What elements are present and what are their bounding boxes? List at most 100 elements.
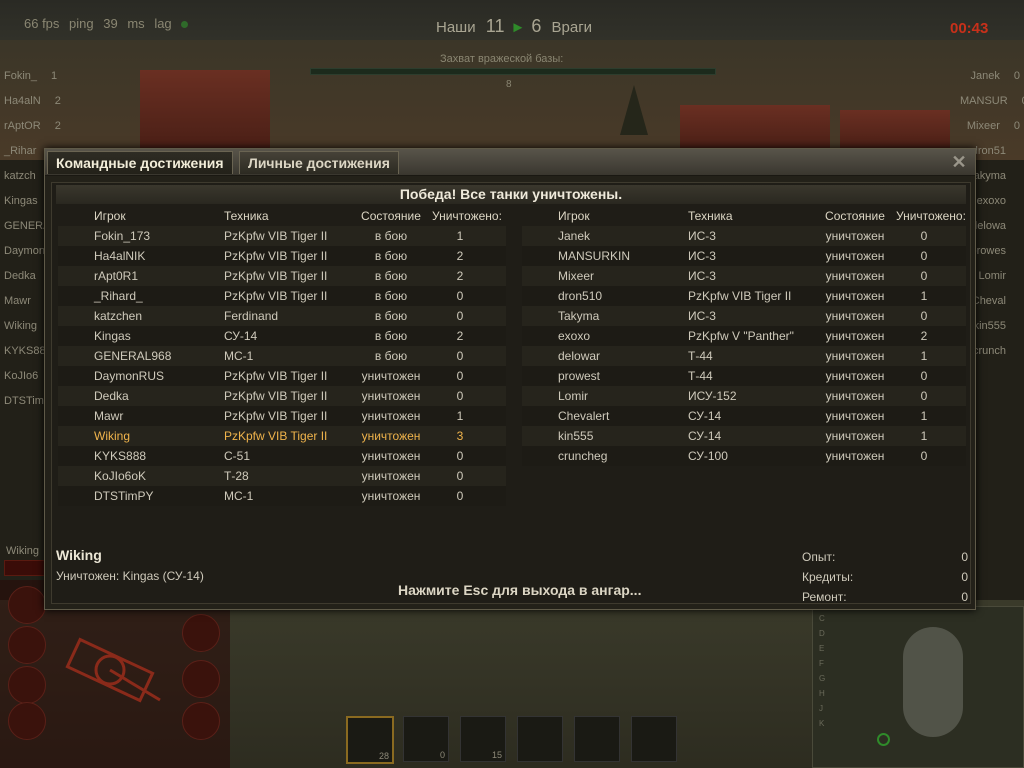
tank-name: PzKpfw VIB Tiger II — [224, 389, 328, 403]
close-icon[interactable]: ✕ — [949, 152, 969, 172]
tank-name: МС-1 — [224, 349, 254, 363]
kills: 0 — [920, 449, 928, 463]
kills: 2 — [456, 249, 464, 263]
side-player-kills: 1 — [51, 70, 58, 82]
table-row[interactable]: DaymonRUS PzKpfw VIB Tiger II уничтожен 0 — [58, 366, 506, 386]
table-row[interactable]: Takyma ИС-3 уничтожен 0 — [522, 306, 966, 326]
table-row[interactable]: delowar Т-44 уничтожен 1 — [522, 346, 966, 366]
stat-value: 0 — [961, 590, 968, 604]
table-row[interactable]: exoxo PzKpfw V "Panther" уничтожен 2 — [522, 326, 966, 346]
module-icon — [182, 660, 220, 698]
team-enemy-label: Враги — [551, 19, 593, 36]
tank-name: ИСУ-152 — [688, 389, 737, 403]
player-name: DaymonRUS — [94, 369, 165, 383]
table-row[interactable]: MANSURKIN ИС-3 уничтожен 0 — [522, 246, 966, 266]
kills: 0 — [456, 309, 464, 323]
minimap-letter: C — [819, 614, 825, 623]
status: уничтожен — [361, 429, 421, 443]
tank-name: МС-1 — [224, 489, 254, 503]
status: уничтожен — [361, 369, 421, 383]
minimap-letter: J — [819, 704, 823, 713]
table-row[interactable]: prowest Т-44 уничтожен 0 — [522, 366, 966, 386]
table-row[interactable]: KoJIo6oK Т-28 уничтожен 0 — [58, 466, 506, 486]
status: уничтожен — [825, 369, 885, 383]
ammo-slot[interactable] — [574, 716, 620, 762]
player-name: KYKS888 — [94, 449, 147, 463]
table-row[interactable]: DTSTimPY МС-1 уничтожен 0 — [58, 486, 506, 506]
player-name: cruncheg — [558, 449, 608, 463]
side-player-kills: 0 — [1013, 70, 1020, 82]
player-name: _Rihard_ — [94, 289, 143, 303]
capture-progress-bar — [310, 68, 716, 75]
table-row[interactable]: Ha4alNIK PzKpfw VIB Tiger II в бою 2 — [58, 246, 506, 266]
kills: 2 — [456, 329, 464, 343]
tank-name: ИС-3 — [688, 229, 716, 243]
tank-name: PzKpfw VIB Tiger II — [224, 289, 328, 303]
ammo-slot[interactable]: 28 — [346, 716, 394, 764]
house-roof — [840, 110, 950, 150]
ammo-slot[interactable] — [517, 716, 563, 762]
ping-label: ping — [69, 16, 94, 31]
side-player-name: Janek — [970, 70, 1000, 82]
enemy-rows: Janek ИС-3 уничтожен 0 MANSURKIN ИС-3 уничтоже… — [522, 226, 966, 466]
ammo-slot[interactable]: 15 — [460, 716, 506, 762]
side-list-item: Mixeer 0 — [960, 118, 1020, 143]
table-row[interactable]: katzchen Ferdinand в бою 0 — [58, 306, 506, 326]
tab-team-achievements[interactable]: Командные достижения — [47, 151, 233, 174]
score-arrow-icon: ► — [510, 19, 526, 36]
column-header-kills: Уничтожено: — [896, 209, 966, 223]
kills: 0 — [920, 369, 928, 383]
kills: 0 — [456, 349, 464, 363]
module-icon — [8, 586, 46, 624]
column-header-player: Игрок — [558, 209, 590, 223]
team-score: Наши 11 ► 6 Враги — [436, 16, 592, 37]
kills: 0 — [920, 269, 928, 283]
table-row[interactable]: _Rihard_ PzKpfw VIB Tiger II в бою 0 — [58, 286, 506, 306]
ammo-slot[interactable]: 0 — [403, 716, 449, 762]
minimap-letter: K — [819, 719, 825, 728]
table-row[interactable]: Janek ИС-3 уничтожен 0 — [522, 226, 966, 246]
dialog-titlebar: Командные достижения Личные достижения ✕ — [45, 149, 975, 176]
table-row[interactable]: Lomir ИСУ-152 уничтожен 0 — [522, 386, 966, 406]
tank-name: PzKpfw V "Panther" — [688, 329, 794, 343]
minimap-letter: H — [819, 689, 825, 698]
table-header: Игрок Техника Состояние Уничтожено: — [58, 206, 506, 226]
stat-value: 0 — [961, 570, 968, 584]
table-row[interactable]: Wiking PzKpfw VIB Tiger II уничтожен 3 — [58, 426, 506, 446]
table-row[interactable]: cruncheg СУ-100 уничтожен 0 — [522, 446, 966, 466]
table-row[interactable]: rApt0R1 PzKpfw VIB Tiger II в бою 2 — [58, 266, 506, 286]
kills: 0 — [920, 229, 928, 243]
player-name: Chevalert — [558, 409, 610, 423]
ammo-slot[interactable] — [631, 716, 677, 762]
table-row[interactable]: Mixeer ИС-3 уничтожен 0 — [522, 266, 966, 286]
side-player-name: delowa — [971, 220, 1006, 232]
player-name: rApt0R1 — [94, 269, 139, 283]
table-row[interactable]: kin555 СУ-14 уничтожен 1 — [522, 426, 966, 446]
column-header-status: Состояние — [825, 209, 885, 223]
minimap[interactable]: CDEFGHJK — [812, 606, 1024, 768]
side-player-name: KoJIo6 — [4, 370, 39, 382]
side-player-name: _Rihar — [4, 145, 37, 157]
capture-value: 8 — [506, 79, 512, 90]
kills: 0 — [456, 469, 464, 483]
player-name: Mixeer — [558, 269, 595, 283]
tank-name: ИС-3 — [688, 249, 716, 263]
table-row[interactable]: dron510 PzKpfw VIB Tiger II уничтожен 1 — [522, 286, 966, 306]
table-row[interactable]: Kingas СУ-14 в бою 2 — [58, 326, 506, 346]
player-name: Kingas — [94, 329, 131, 343]
table-row[interactable]: Mawr PzKpfw VIB Tiger II уничтожен 1 — [58, 406, 506, 426]
table-row[interactable]: KYKS888 С-51 уничтожен 0 — [58, 446, 506, 466]
table-row[interactable]: Chevalert СУ-14 уничтожен 1 — [522, 406, 966, 426]
battle-results-dialog: Командные достижения Личные достижения ✕… — [44, 148, 976, 610]
table-row[interactable]: GENERAL968 МС-1 в бою 0 — [58, 346, 506, 366]
tank-name: PzKpfw VIB Tiger II — [688, 289, 792, 303]
table-row[interactable]: Fokin_173 PzKpfw VIB Tiger II в бою 1 — [58, 226, 506, 246]
table-row[interactable]: Dedka PzKpfw VIB Tiger II уничтожен 0 — [58, 386, 506, 406]
side-player-name: kin555 — [973, 320, 1006, 332]
kills: 0 — [456, 369, 464, 383]
kills: 2 — [456, 269, 464, 283]
kills: 1 — [456, 229, 464, 243]
tab-personal-achievements[interactable]: Личные достижения — [239, 151, 399, 174]
side-player-name: Wiking — [4, 320, 38, 332]
minimap-letter: D — [819, 629, 825, 638]
